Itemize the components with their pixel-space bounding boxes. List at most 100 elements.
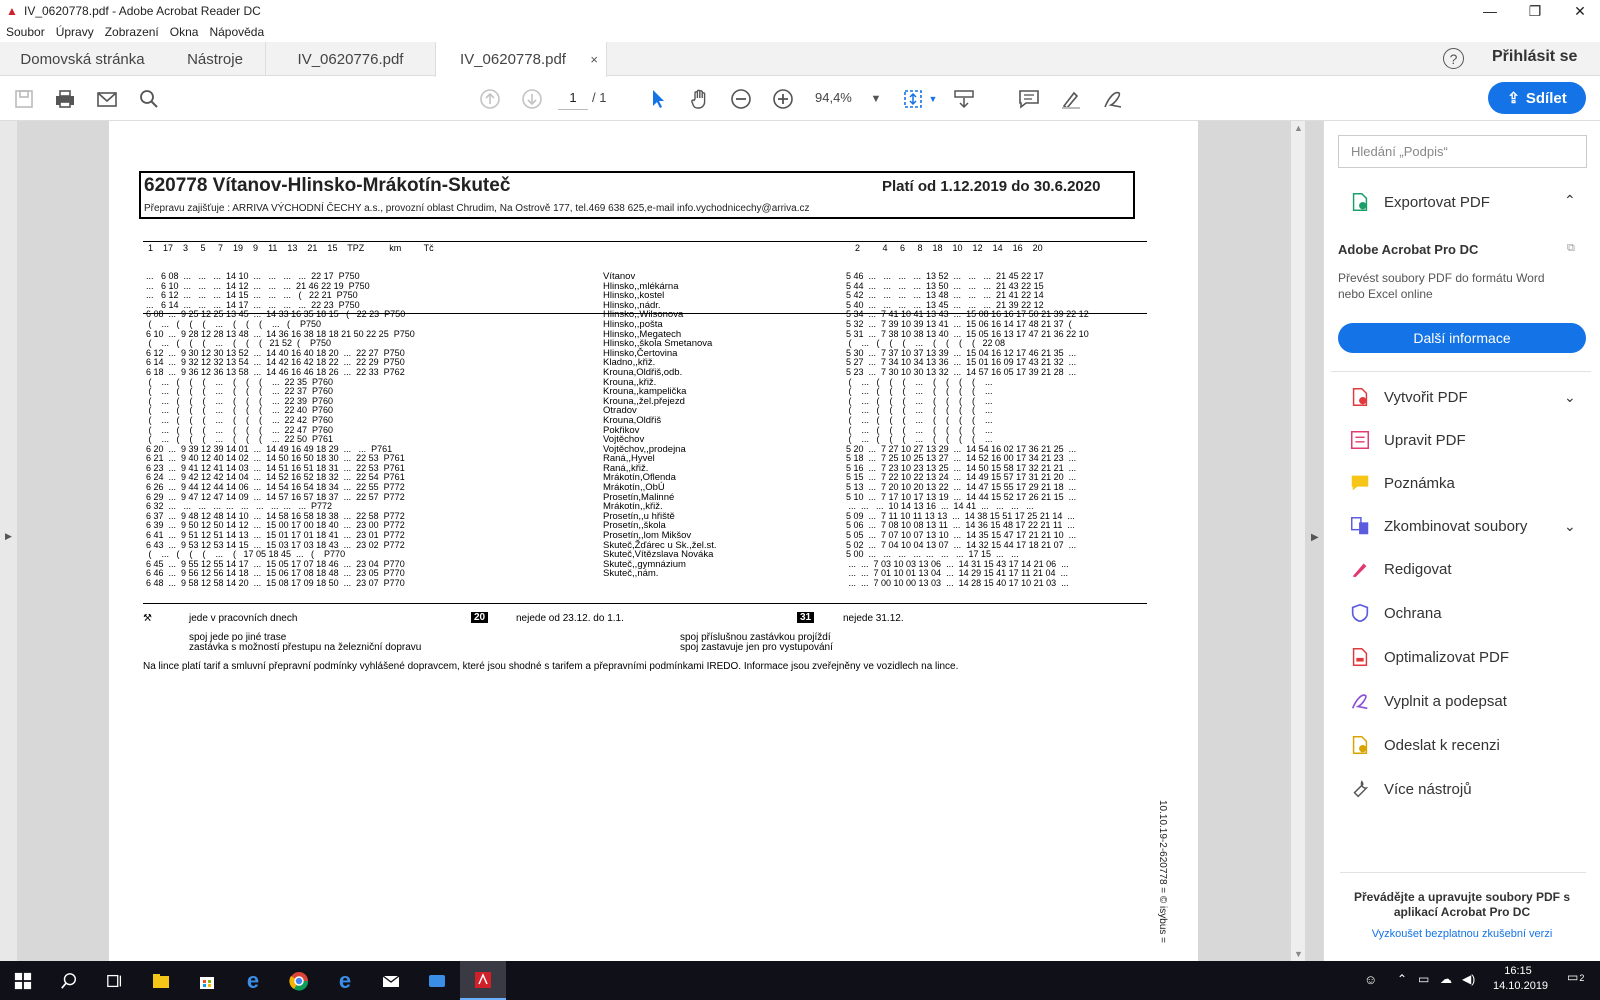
tab-doc-778[interactable]: IV_0620778.pdf ×: [435, 42, 607, 77]
chrome-icon[interactable]: [276, 961, 322, 1000]
right-panel-toggle[interactable]: ▶: [1311, 532, 1319, 543]
expand-combine-icon[interactable]: ⌄: [1564, 518, 1576, 535]
panel-divider: [1331, 371, 1591, 372]
legend-not-20: nejede od 23.12. do 1.1.: [516, 613, 624, 624]
volume-icon[interactable]: ◀): [1462, 972, 1475, 986]
tool-fill-sign-label: Vyplnit a podepsat: [1384, 692, 1507, 710]
save-icon[interactable]: [10, 85, 38, 113]
vertical-scrollbar[interactable]: ▲ ▼: [1291, 121, 1305, 961]
close-window-button[interactable]: ✕: [1560, 0, 1600, 22]
export-pdf-icon: [1348, 190, 1372, 214]
comment-icon[interactable]: [1015, 85, 1043, 113]
document-code: 10.10.19-2-620778 = © isybus =: [1157, 800, 1168, 944]
select-cursor-icon[interactable]: [644, 85, 672, 113]
tool-create-pdf[interactable]: Vytvořit PDF: [1348, 384, 1468, 410]
tray-chevron-icon[interactable]: ⌃: [1397, 972, 1407, 986]
ie-icon[interactable]: e: [230, 961, 276, 1000]
task-view-icon[interactable]: [92, 961, 138, 1000]
fit-dropdown-icon[interactable]: ▼: [919, 85, 947, 113]
maximize-button[interactable]: ❐: [1515, 0, 1555, 22]
print-icon[interactable]: [51, 85, 79, 113]
menu-bar: Soubor Úpravy Zobrazení Okna Nápověda: [0, 22, 1600, 42]
start-icon[interactable]: [0, 961, 46, 1000]
timetable-row-outbound: 6 48 ... 9 58 12 58 14 20 ... 15 08 17 0…: [146, 578, 405, 588]
zoom-level[interactable]: 94,4%: [815, 86, 852, 110]
mail-icon[interactable]: [368, 961, 414, 1000]
menu-okna[interactable]: Okna: [170, 25, 199, 39]
legend-rail-transfer: zastávka s možností přestupu na železnič…: [189, 642, 422, 653]
more-info-button[interactable]: Další informace: [1338, 323, 1586, 353]
network-icon[interactable]: ▭: [1418, 972, 1429, 986]
tab-tools[interactable]: Nástroje: [165, 42, 265, 76]
hand-tool-icon[interactable]: [686, 85, 714, 113]
legend-workdays: jede v pracovních dnech: [189, 613, 298, 624]
share-icon: ⇪: [1507, 90, 1520, 107]
tool-create-pdf-label: Vytvořit PDF: [1384, 388, 1468, 406]
optimize-icon: [1348, 645, 1372, 669]
tool-protect-label: Ochrana: [1384, 604, 1442, 622]
minimize-button[interactable]: —: [1470, 0, 1510, 22]
menu-napoveda[interactable]: Nápověda: [209, 25, 264, 39]
zoom-dropdown-icon[interactable]: ▼: [862, 85, 890, 113]
free-trial-link[interactable]: Vyzkoušet bezplatnou zkušební verzi: [1340, 928, 1584, 940]
combine-icon: [1348, 514, 1372, 538]
email-icon[interactable]: [93, 85, 121, 113]
legend-alight-only: spoj zastavuje jen pro vystupování: [680, 642, 833, 653]
table-bottom-rule: [143, 603, 1147, 604]
tool-fill-sign[interactable]: Vyplnit a podepsat: [1348, 688, 1507, 714]
help-icon[interactable]: ?: [1443, 48, 1464, 69]
tariff-note: Na lince platí tarif a smluvní přepravní…: [143, 661, 959, 672]
tool-comment[interactable]: Poznámka: [1348, 470, 1455, 496]
sign-icon[interactable]: [1099, 85, 1127, 113]
clock[interactable]: 16:15 14.10.2019: [1493, 965, 1548, 992]
tool-protect[interactable]: Ochrana: [1348, 600, 1442, 626]
redact-icon: [1348, 557, 1372, 581]
file-explorer-icon[interactable]: [138, 961, 184, 1000]
tool-edit-pdf[interactable]: Upravit PDF: [1348, 427, 1466, 453]
export-pdf-header[interactable]: Exportovat PDF: [1348, 189, 1490, 215]
create-pdf-icon: [1348, 385, 1372, 409]
edge-icon[interactable]: e: [322, 961, 368, 1000]
store-icon[interactable]: [184, 961, 230, 1000]
onedrive-icon[interactable]: ☁: [1440, 972, 1452, 986]
page-number-input[interactable]: 1: [558, 86, 588, 110]
tab-home[interactable]: Domovská stránka: [0, 42, 165, 76]
column-header-right: 2 4 6 8 18 10 12 14 16 20: [855, 243, 1043, 253]
tool-send-review[interactable]: Odeslat k recenzi: [1348, 732, 1500, 758]
tool-optimize[interactable]: Optimalizovat PDF: [1348, 644, 1509, 670]
copy-icon[interactable]: ⧉: [1567, 242, 1575, 255]
expand-create-icon[interactable]: ⌄: [1564, 389, 1576, 406]
tab-doc-778-label: IV_0620778.pdf: [460, 51, 566, 68]
highlight-pen-icon[interactable]: [1057, 85, 1085, 113]
zoom-out-icon[interactable]: [727, 85, 755, 113]
collapse-export-icon[interactable]: ⌃: [1564, 192, 1576, 209]
zoom-in-icon[interactable]: [769, 85, 797, 113]
tool-redact[interactable]: Redigovat: [1348, 556, 1452, 582]
tools-search-input[interactable]: Hledání „Podpis“: [1338, 135, 1587, 168]
search-taskbar-icon[interactable]: [46, 961, 92, 1000]
tab-bar: Domovská stránka Nástroje IV_0620776.pdf…: [0, 42, 1600, 77]
menu-upravy[interactable]: Úpravy: [56, 25, 94, 39]
tool-combine[interactable]: Zkombinovat soubory: [1348, 513, 1527, 539]
menu-zobrazeni[interactable]: Zobrazení: [105, 25, 159, 39]
fill-sign-icon: [1348, 689, 1372, 713]
signin-link[interactable]: Přihlásit se: [1492, 48, 1577, 66]
acrobat-taskbar-icon[interactable]: [460, 961, 506, 1000]
prev-page-icon[interactable]: [476, 85, 504, 113]
left-panel-toggle[interactable]: ▶: [0, 121, 17, 961]
carrier-info: Přepravu zajišťuje : ARRIVA VÝCHODNÍ ČEC…: [144, 203, 810, 214]
shield-icon: [1348, 601, 1372, 625]
footer-divider: [1340, 872, 1586, 873]
search-icon[interactable]: [135, 85, 163, 113]
next-page-icon[interactable]: [518, 85, 546, 113]
people-icon[interactable]: ☺: [1364, 972, 1377, 987]
share-button[interactable]: ⇪ Sdílet: [1488, 82, 1586, 114]
tool-more[interactable]: Více nástrojů: [1348, 776, 1472, 802]
menu-soubor[interactable]: Soubor: [6, 25, 45, 39]
close-tab-icon[interactable]: ×: [590, 52, 598, 67]
legend-20-badge: 20: [471, 612, 489, 623]
tab-doc-776[interactable]: IV_0620776.pdf: [265, 42, 435, 76]
messenger-icon[interactable]: [414, 961, 460, 1000]
scroll-mode-icon[interactable]: [950, 85, 978, 113]
notification-icon[interactable]: ▭2: [1567, 970, 1584, 984]
